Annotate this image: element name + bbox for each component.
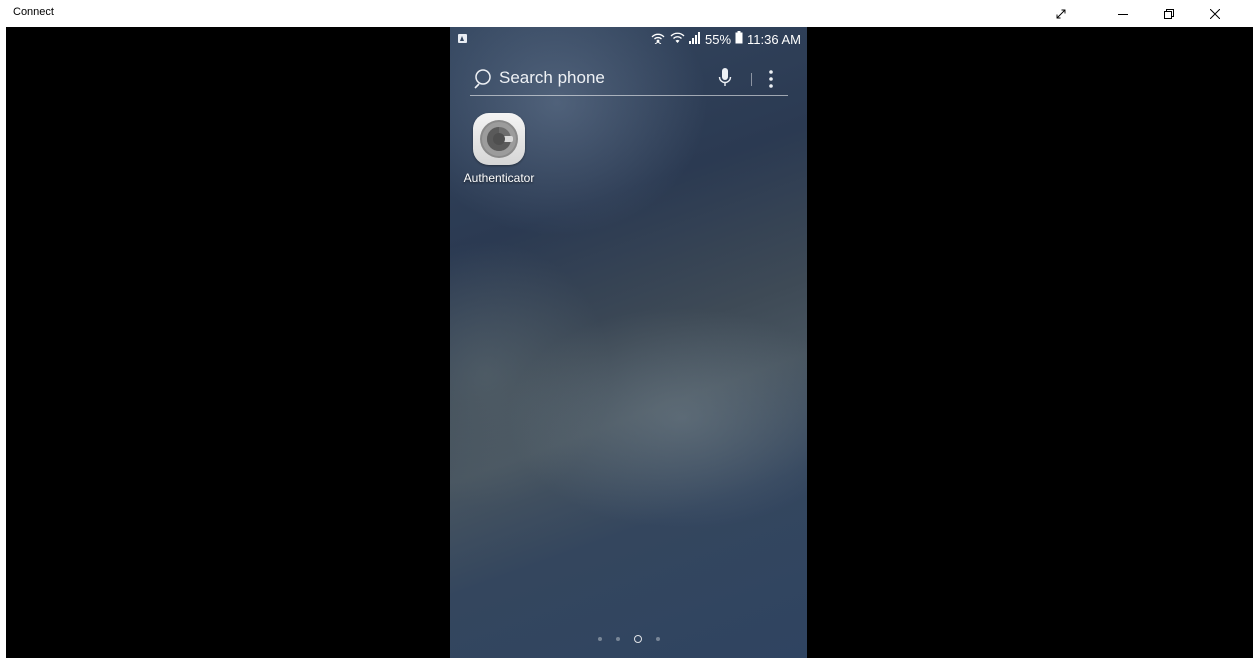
google-authenticator-icon bbox=[473, 113, 525, 165]
search-bar[interactable]: Search phone bbox=[470, 63, 788, 96]
minimize-icon bbox=[1118, 9, 1128, 19]
page-dot[interactable] bbox=[655, 637, 660, 641]
page-indicator[interactable] bbox=[450, 633, 807, 645]
search-divider bbox=[751, 73, 752, 86]
more-vertical-icon[interactable] bbox=[768, 69, 774, 94]
battery-icon bbox=[735, 31, 743, 47]
phone-screen[interactable]: 55% 11:36 AM Search phone Authenticator bbox=[450, 27, 807, 658]
app-authenticator[interactable]: Authenticator bbox=[458, 111, 540, 191]
window-titlebar: Connect bbox=[0, 0, 1259, 27]
search-input[interactable]: Search phone bbox=[499, 68, 605, 88]
restore-icon bbox=[1164, 8, 1174, 19]
page-dot[interactable] bbox=[615, 637, 620, 641]
microphone-icon[interactable] bbox=[718, 67, 732, 94]
status-indicators: 55% 11:36 AM bbox=[650, 31, 801, 47]
cell-signal-icon bbox=[689, 31, 701, 47]
battery-percent: 55% bbox=[705, 31, 732, 47]
close-button[interactable] bbox=[1192, 0, 1238, 27]
status-time: 11:36 AM bbox=[747, 31, 801, 47]
app-label: Authenticator bbox=[463, 171, 535, 185]
wifi-icon bbox=[670, 32, 685, 47]
picture-notification-icon bbox=[458, 34, 467, 43]
phone-mirror-viewport[interactable]: 55% 11:36 AM Search phone Authenticator bbox=[6, 27, 1253, 658]
hotspot-icon bbox=[650, 32, 666, 47]
close-icon bbox=[1210, 8, 1220, 19]
expand-icon bbox=[1056, 9, 1066, 19]
expand-button[interactable] bbox=[1038, 0, 1084, 27]
page-dot-active[interactable] bbox=[633, 635, 642, 643]
minimize-button[interactable] bbox=[1100, 0, 1146, 27]
window-title: Connect bbox=[13, 6, 54, 18]
search-icon bbox=[474, 68, 495, 94]
restore-button[interactable] bbox=[1146, 0, 1192, 27]
status-bar: 55% 11:36 AM bbox=[450, 27, 807, 51]
page-dot[interactable] bbox=[597, 637, 602, 641]
